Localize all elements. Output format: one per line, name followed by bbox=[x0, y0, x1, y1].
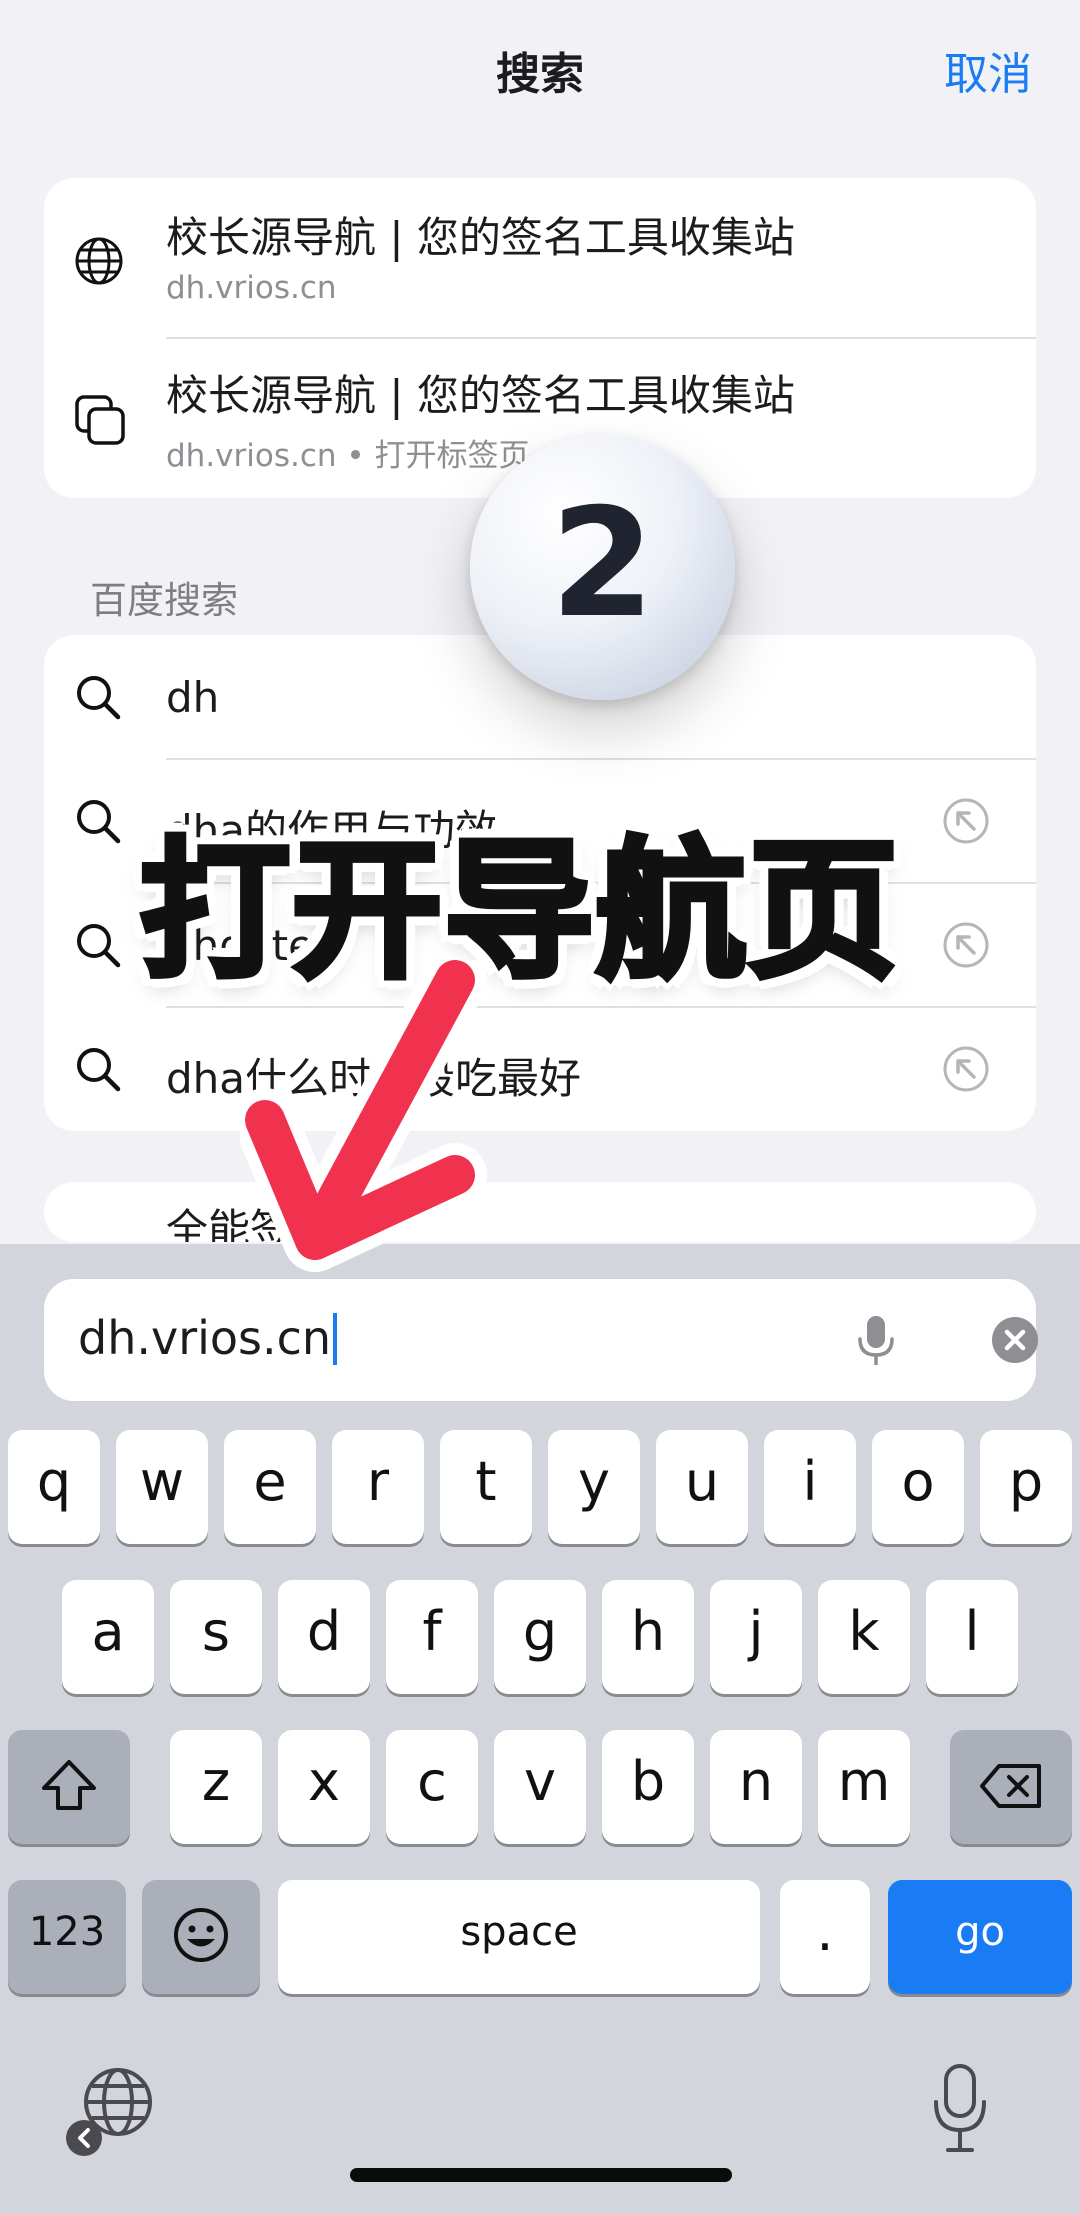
address-bar[interactable]: dh.vrios.cn bbox=[44, 1279, 1038, 1401]
key-z[interactable]: z bbox=[170, 1730, 262, 1844]
key-j[interactable]: j bbox=[710, 1580, 802, 1694]
key-y[interactable]: y bbox=[548, 1430, 640, 1544]
delete-key[interactable] bbox=[950, 1730, 1072, 1844]
key-r[interactable]: r bbox=[332, 1430, 424, 1544]
keyboard: dh.vrios.cn q w e r t y u i o p a s d f … bbox=[0, 1244, 1080, 2214]
dictation-microphone-icon[interactable] bbox=[930, 2062, 990, 2158]
key-m[interactable]: m bbox=[818, 1730, 910, 1844]
key-n[interactable]: n bbox=[710, 1730, 802, 1844]
suggestion-text: dh bbox=[166, 673, 220, 722]
step-badge: 2 bbox=[470, 435, 735, 700]
language-globe-icon[interactable] bbox=[62, 2062, 158, 2158]
result-row-globe[interactable]: 校长源导航 | 您的签名工具收集站 dh.vrios.cn bbox=[44, 178, 1036, 338]
search-icon bbox=[77, 924, 121, 968]
numbers-key[interactable]: 123 bbox=[8, 1880, 126, 1994]
key-f[interactable]: f bbox=[386, 1580, 478, 1694]
tabs-icon bbox=[75, 395, 125, 445]
key-c[interactable]: c bbox=[386, 1730, 478, 1844]
suggestion-row[interactable]: dha什么时间段吃最好 bbox=[44, 1007, 1036, 1131]
key-b[interactable]: b bbox=[602, 1730, 694, 1844]
search-icon bbox=[77, 800, 121, 844]
backspace-icon bbox=[980, 1764, 1041, 1808]
partial-result-card[interactable]: 全能签 bbox=[44, 1182, 1036, 1242]
emoji-key[interactable] bbox=[142, 1880, 260, 1994]
key-o[interactable]: o bbox=[872, 1430, 964, 1544]
fill-in-arrow-icon[interactable] bbox=[942, 797, 990, 845]
space-key[interactable]: space bbox=[278, 1880, 760, 1994]
key-w[interactable]: w bbox=[116, 1430, 208, 1544]
clear-text-button[interactable] bbox=[992, 1317, 1038, 1363]
search-icon bbox=[77, 1048, 121, 1092]
key-u[interactable]: u bbox=[656, 1430, 748, 1544]
shift-icon bbox=[42, 1760, 96, 1810]
key-k[interactable]: k bbox=[818, 1580, 910, 1694]
result-url: dh.vrios.cn bbox=[166, 270, 337, 306]
fill-in-arrow-icon[interactable] bbox=[942, 1045, 990, 1093]
search-icon bbox=[77, 676, 121, 720]
key-l[interactable]: l bbox=[926, 1580, 1018, 1694]
key-g[interactable]: g bbox=[494, 1580, 586, 1694]
section-label-baidu: 百度搜索 bbox=[90, 579, 238, 622]
step-number: 2 bbox=[550, 477, 655, 651]
shift-key[interactable] bbox=[8, 1730, 130, 1844]
key-e[interactable]: e bbox=[224, 1430, 316, 1544]
home-indicator bbox=[350, 2168, 732, 2182]
result-title: 校长源导航 | 您的签名工具收集站 bbox=[166, 371, 795, 420]
result-title: 校长源导航 | 您的签名工具收集站 bbox=[166, 213, 795, 262]
go-button[interactable]: go bbox=[888, 1880, 1072, 1994]
close-icon bbox=[1004, 1329, 1026, 1351]
text-caret bbox=[333, 1312, 338, 1365]
key-d[interactable]: d bbox=[278, 1580, 370, 1694]
key-q[interactable]: q bbox=[8, 1430, 100, 1544]
key-p[interactable]: p bbox=[980, 1430, 1072, 1544]
page-title: 搜索 bbox=[496, 49, 584, 100]
address-field[interactable]: dh.vrios.cn bbox=[78, 1311, 338, 1365]
fill-in-arrow-icon[interactable] bbox=[942, 921, 990, 969]
key-s[interactable]: s bbox=[170, 1580, 262, 1694]
result-url: dh.vrios.cn • 打开标签页 bbox=[166, 438, 530, 474]
cancel-button[interactable]: 取消 bbox=[944, 38, 1032, 102]
key-t[interactable]: t bbox=[440, 1430, 532, 1544]
period-key[interactable]: . bbox=[780, 1880, 870, 1994]
microphone-icon[interactable] bbox=[854, 1313, 898, 1369]
globe-icon bbox=[75, 237, 123, 285]
arrow-pointer-icon bbox=[240, 960, 487, 1272]
key-x[interactable]: x bbox=[278, 1730, 370, 1844]
emoji-icon bbox=[174, 1908, 228, 1962]
key-i[interactable]: i bbox=[764, 1430, 856, 1544]
key-v[interactable]: v bbox=[494, 1730, 586, 1844]
key-h[interactable]: h bbox=[602, 1580, 694, 1694]
address-value: dh.vrios.cn bbox=[78, 1311, 332, 1365]
key-a[interactable]: a bbox=[62, 1580, 154, 1694]
